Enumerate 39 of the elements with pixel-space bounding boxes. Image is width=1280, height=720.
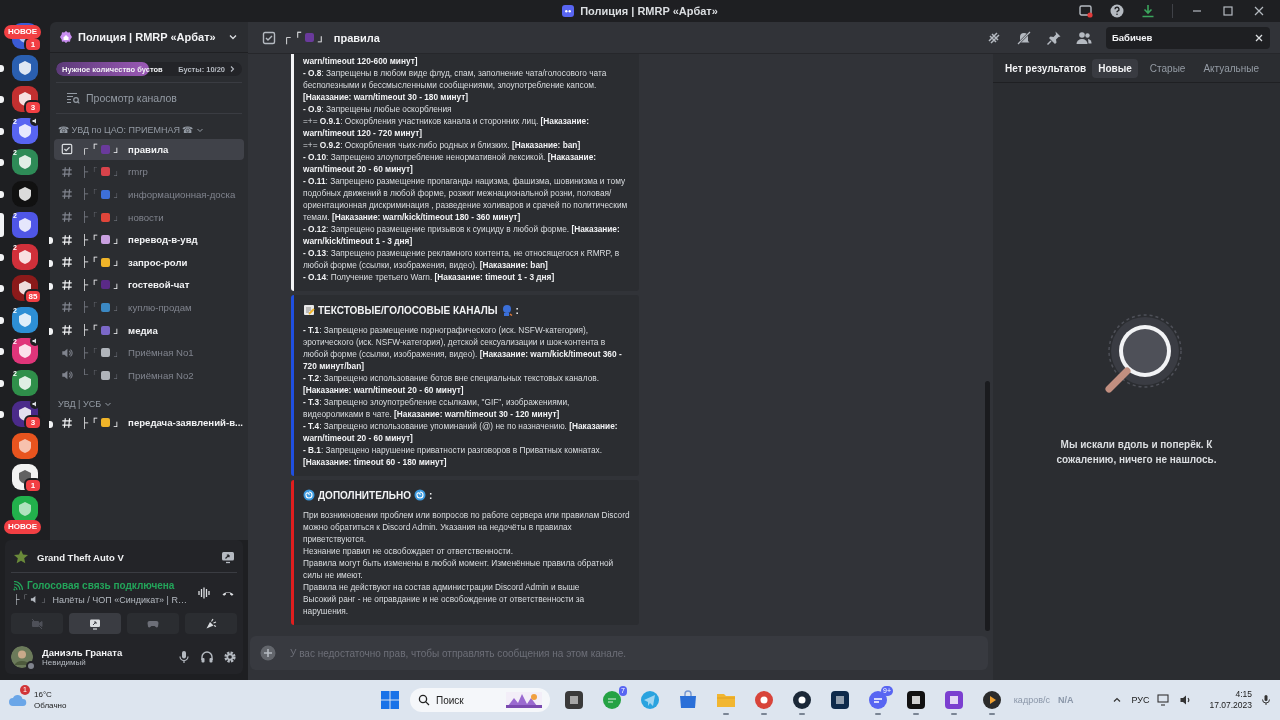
mention-badge: 85 [24, 289, 42, 304]
user-name: Даниэль Граната [42, 647, 123, 658]
mention-badge: 3 [24, 415, 42, 430]
embed-title-colon: : [515, 304, 519, 316]
rule-text: - O.8: Запрещены в любом виде флуд, спам, заполнение чата/голосового чата бесполезными и бессмысленными сообщениями, злоупотребление капсом. [Наказание: warn/timeout 30 - 180 минут] [303, 67, 608, 103]
mention-badge: 3 [24, 100, 42, 115]
rule-text: Высокий ранг - не оправдание и не освобождение от ответственности за нарушения. [303, 593, 586, 617]
empty-state-text: Мы искали вдоль и поперёк. К сожалению, ничего не нашлось. [1055, 438, 1218, 467]
embed-title: ДОПОЛНИТЕЛЬНО [318, 489, 412, 501]
rule-text: - O.14: Получение третьего Warn. [Наказание: timeout 1 - 3 дня] [303, 271, 556, 283]
embed-title: ТЕКСТОВЫЕ/ГОЛОСОВЫЕ КАНАЛЫ [318, 304, 498, 316]
rule-text: Правила не действуют на состав администрации Discord Admin и выше [303, 581, 581, 593]
rule-text: - O.12: Запрещено размещение призывов к суициду в любой форме. [Наказание: warn/kick/timeout 1 - 3 дня] [303, 223, 621, 247]
rule-text: - O.13: Запрещено размещение рекламного контента, не относящегося к RMRP, в любой форме (ссылки, изображения, видео). [Наказание: ban] [303, 247, 621, 271]
rule-text: - B.1: Запрещено нарушение приватности разговоров в Приватных комнатах. [Наказание: timeout 60 - 180 минут] [303, 444, 603, 468]
rule-text: - O.11: Запрещено размещение пропаганды нацизма, фашизма, шовинизма и тому подобных движений в любой форме, розжиг межнациональной розни, половая/ориентационная дискриминация , разведение холиваров и срачей по политическим темам. [Наказание: warn/kick/timeout 180 - 360 минут] [303, 175, 629, 223]
rule-text: - T.4: Запрещено использование упоминаний (@) не по назначению. [Наказание: warn/timeout 20 - 60 минут] [303, 420, 619, 444]
rule-text: - T.1: Запрещено размещение порнографического (иск. NSFW-категория), эротического (иск. NSFW-категория), детской сексуализации и шок-контента в любой форме (ссылки, изображения, видео). [Наказание: warn/kick/timeout 360 - 720 минут/ban] [303, 324, 623, 372]
rule-text: При возникновении проблем или вопросов по работе сервера или правилам Discord можно обратиться к Discord Admin. Указания на недочёты в правилах приветствуются. [303, 509, 631, 545]
temperature: 16°C [34, 689, 53, 700]
rule-text: - T.3: Запрещено злоупотребление ссылками, "GIF", изображениями, видеороликами в чате. [Наказание: warn/timeout 30 - 120 минут] [303, 396, 571, 420]
window-title: Полиция | RMRP «Арбат» [580, 5, 718, 17]
rule-text: Правила могут быть изменены в любой момент. Изменённые правила обратной силы не имеют. [303, 557, 615, 581]
user-status: Невидимый [42, 658, 86, 667]
rule-text: warn/timeout 120-600 минут] [303, 55, 419, 67]
mention-badge: 1 [24, 478, 42, 493]
game-name: Grand Theft Auto V [37, 551, 124, 563]
rule-text: - T.2: Запрещено использование ботов вне специальных текстовых каналов. [Наказание: warn/timeout 20 - 60 минут] [303, 372, 600, 396]
rule-text: - O.9: Запрещены любые оскорбления [303, 103, 453, 115]
embed-title-colon: : [429, 489, 433, 501]
rule-text: Незнание правил не освобождает от ответственности. [303, 545, 515, 557]
rule-text: =+= O.9.1: Оскорбления участников канала и сторонних лиц. [Наказание: warn/timeout 120 - 720 минут] [303, 115, 590, 139]
fps-label: кадров/с [1013, 695, 1050, 705]
weather-condition: Облачно [34, 700, 67, 711]
rule-text: - O.10: Запрещено злоупотребление ненормативной лексикой. [Наказание: warn/timeout 20 - 60 минут] [303, 151, 598, 175]
channel-title: ┌「 」 правила [283, 30, 380, 45]
rule-text: =+= O.9.2: Оскорбления чьих-либо родных и близких. [Наказание: ban] [303, 139, 582, 151]
results-summary: Нет результатов [1005, 63, 1087, 74]
fps-value: N/A [1057, 695, 1074, 705]
